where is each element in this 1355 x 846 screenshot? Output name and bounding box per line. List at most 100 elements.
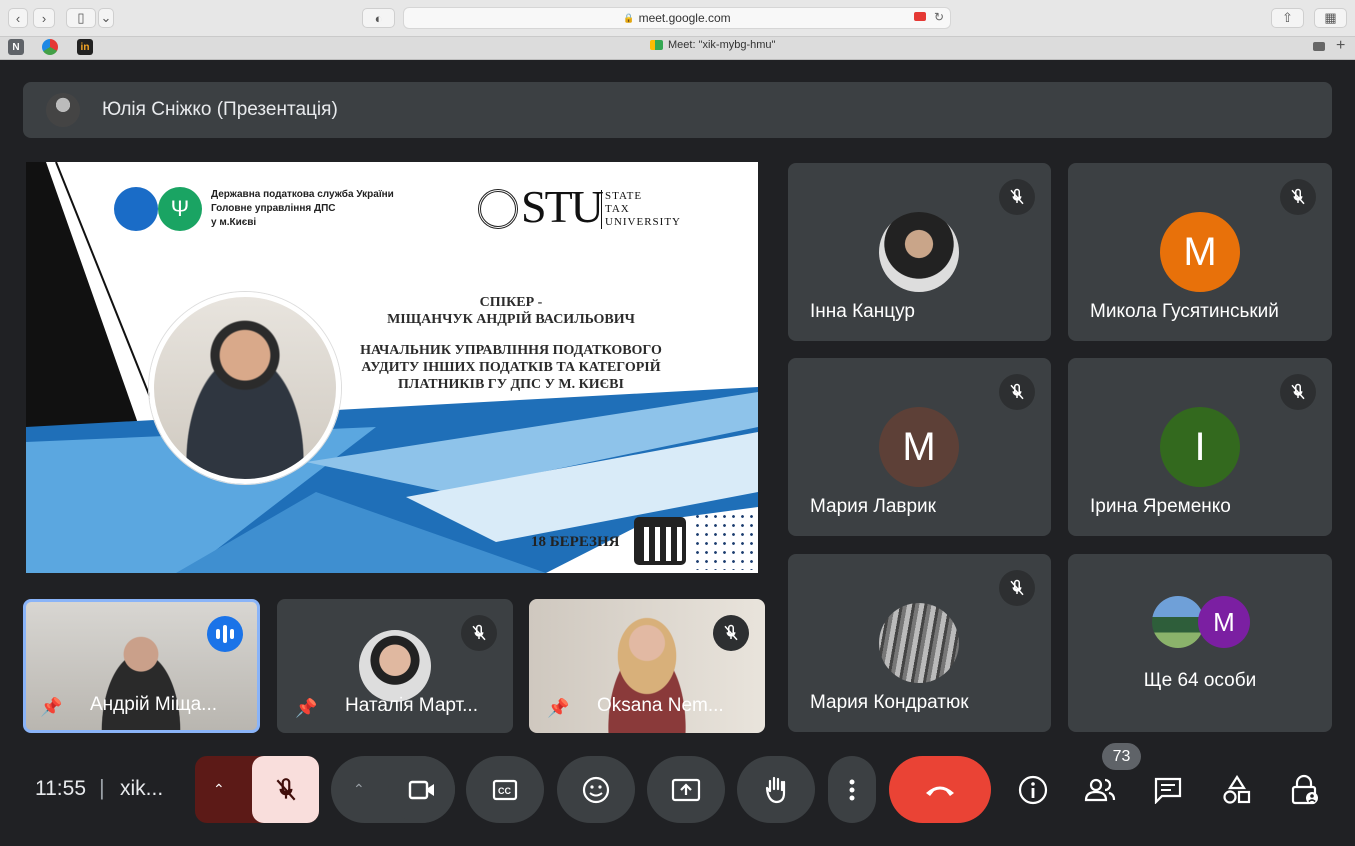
present-screen-icon bbox=[671, 778, 701, 801]
captions-button[interactable]: CC bbox=[466, 756, 544, 823]
camera-active-icon bbox=[914, 12, 926, 21]
svg-text:CC: CC bbox=[498, 786, 511, 796]
more-participants-tile[interactable]: M Ще 64 особи bbox=[1068, 554, 1332, 732]
camera-toggle-button[interactable] bbox=[388, 756, 455, 823]
presenter-label: Юлія Сніжко (Презентація) bbox=[102, 99, 338, 120]
sidebar-toggle-icon[interactable]: ▯ bbox=[66, 8, 96, 28]
stu-logo: STU bbox=[521, 181, 604, 232]
mic-toggle-button[interactable] bbox=[252, 756, 319, 823]
pin-icon[interactable]: 📌 bbox=[40, 697, 62, 718]
present-now-button[interactable] bbox=[647, 756, 725, 823]
stu-line-2: TAX bbox=[605, 203, 630, 215]
back-button[interactable]: ‹ bbox=[8, 8, 28, 28]
participant-avatar bbox=[359, 630, 431, 702]
presenter-bar: Юлія Сніжко (Презентація) bbox=[23, 82, 1332, 138]
participant-name: Андрій Міща... bbox=[90, 694, 218, 715]
audio-options-chevron-icon[interactable]: ⌃ bbox=[213, 781, 225, 798]
meeting-code[interactable]: xik... bbox=[120, 777, 163, 801]
presenter-avatar bbox=[46, 93, 80, 127]
event-date: 18 БЕРЕЗНЯ bbox=[531, 534, 620, 550]
speaker-title-3: ПЛАТНИКІВ ГУ ДПС У М. КИЄВІ bbox=[398, 377, 624, 392]
participant-tile[interactable]: Мария Кондратюк bbox=[788, 554, 1051, 732]
more-vert-icon bbox=[849, 779, 855, 800]
tab-camera-icon bbox=[1313, 42, 1325, 51]
end-call-button[interactable] bbox=[889, 756, 991, 823]
org-line-2: Головне управління ДПС bbox=[211, 203, 336, 214]
org-line-1: Державна податкова служба України bbox=[211, 189, 394, 200]
pin-icon[interactable]: 📌 bbox=[295, 698, 317, 719]
chat-button[interactable] bbox=[1148, 770, 1188, 810]
reload-icon[interactable]: ↻ bbox=[934, 10, 944, 24]
raise-hand-button[interactable] bbox=[737, 756, 815, 823]
org-name: Державна податкова служба України Головн… bbox=[211, 188, 394, 230]
participant-name: Інна Канцур bbox=[810, 301, 915, 322]
hang-up-icon bbox=[926, 786, 954, 796]
org-line-3: у м.Києві bbox=[211, 217, 257, 228]
speaker-title-1: НАЧАЛЬНИК УПРАВЛІННЯ ПОДАТКОВОГО bbox=[360, 343, 662, 358]
url-text: meet.google.com bbox=[638, 11, 731, 25]
camera-control-group: ⌃ bbox=[331, 756, 455, 823]
lock-icon: 🔒 bbox=[623, 12, 635, 23]
participant-tile[interactable]: M Микола Гусятинський bbox=[1068, 163, 1332, 341]
activities-button[interactable] bbox=[1217, 770, 1257, 810]
mic-off-icon bbox=[999, 570, 1035, 606]
new-tab-icon[interactable]: + bbox=[1336, 37, 1345, 55]
bookmark-in[interactable]: in bbox=[77, 39, 93, 55]
stu-wordmark: STATE TAX UNIVERSITY bbox=[601, 190, 681, 229]
dps-logo-blue bbox=[114, 187, 158, 231]
more-options-button[interactable] bbox=[828, 756, 876, 823]
mic-off-icon bbox=[1280, 179, 1316, 215]
shapes-icon bbox=[1223, 775, 1251, 804]
participant-avatar bbox=[879, 212, 959, 292]
more-participants-label: Ще 64 особи bbox=[1143, 670, 1257, 691]
chevron-down-icon[interactable]: ⌄ bbox=[98, 8, 114, 28]
dots-decoration bbox=[693, 512, 755, 570]
chat-icon bbox=[1154, 777, 1182, 804]
video-tile[interactable]: 📌 Андрій Міща... bbox=[23, 599, 260, 733]
people-count-badge: 73 bbox=[1102, 743, 1141, 770]
hand-icon bbox=[765, 776, 786, 803]
speaker-name: МІЩАНЧУК АНДРІЙ ВАСИЛЬОВИЧ bbox=[387, 312, 635, 327]
participant-name: Наталія Март... bbox=[345, 695, 478, 716]
reactions-button[interactable] bbox=[557, 756, 635, 823]
video-camera-icon bbox=[408, 780, 434, 799]
speaker-text: СПІКЕР - МІЩАНЧУК АНДРІЙ ВАСИЛЬОВИЧ НАЧА… bbox=[346, 294, 676, 393]
address-bar[interactable]: 🔒 meet.google.com ↻ bbox=[403, 7, 951, 29]
participant-tile[interactable]: Інна Канцур bbox=[788, 163, 1051, 341]
tab-active[interactable]: Meet: "xik-mybg-hmu" bbox=[650, 39, 775, 51]
mic-off-icon bbox=[999, 374, 1035, 410]
stu-line-1: STATE bbox=[605, 190, 643, 202]
participant-avatar bbox=[879, 603, 959, 683]
stu-seal-icon bbox=[478, 189, 518, 229]
bookmark-app-icon[interactable] bbox=[42, 39, 58, 55]
meeting-details-button[interactable] bbox=[1013, 770, 1053, 810]
share-icon[interactable]: ⇧ bbox=[1271, 8, 1304, 28]
tab-overview-icon[interactable]: ▦ bbox=[1314, 8, 1347, 28]
participant-tile[interactable]: M Мария Лаврик bbox=[788, 358, 1051, 536]
participant-tile[interactable]: I Ірина Яременко bbox=[1068, 358, 1332, 536]
people-button[interactable] bbox=[1080, 770, 1120, 810]
mic-off-icon bbox=[1280, 374, 1316, 410]
dps-logo-green: Ψ bbox=[158, 187, 202, 231]
pin-icon[interactable]: 📌 bbox=[547, 698, 569, 719]
mic-off-icon bbox=[999, 179, 1035, 215]
video-options-chevron-icon[interactable]: ⌃ bbox=[353, 781, 365, 798]
participant-avatar-landscape bbox=[1152, 596, 1204, 648]
clock: 11:55 bbox=[35, 777, 86, 800]
participant-avatar: M bbox=[1160, 212, 1240, 292]
shield-icon[interactable]: ◐ bbox=[362, 8, 395, 28]
info-icon bbox=[1018, 775, 1048, 805]
speaker-photo bbox=[149, 292, 341, 484]
participant-name: Микола Гусятинський bbox=[1090, 301, 1279, 322]
video-tile[interactable]: 📌 Наталія Март... bbox=[277, 599, 513, 733]
video-tile[interactable]: 📌 Oksana Nem... bbox=[529, 599, 765, 733]
participant-avatar: I bbox=[1160, 407, 1240, 487]
speaking-indicator-icon bbox=[207, 616, 243, 652]
forward-button[interactable]: › bbox=[33, 8, 55, 28]
participant-name: Мария Кондратюк bbox=[810, 692, 969, 713]
participant-avatar: M bbox=[1198, 596, 1250, 648]
host-controls-button[interactable] bbox=[1285, 770, 1325, 810]
mic-off-icon bbox=[276, 777, 295, 800]
mic-off-icon bbox=[713, 615, 749, 651]
bookmark-notion[interactable]: N bbox=[8, 39, 24, 55]
